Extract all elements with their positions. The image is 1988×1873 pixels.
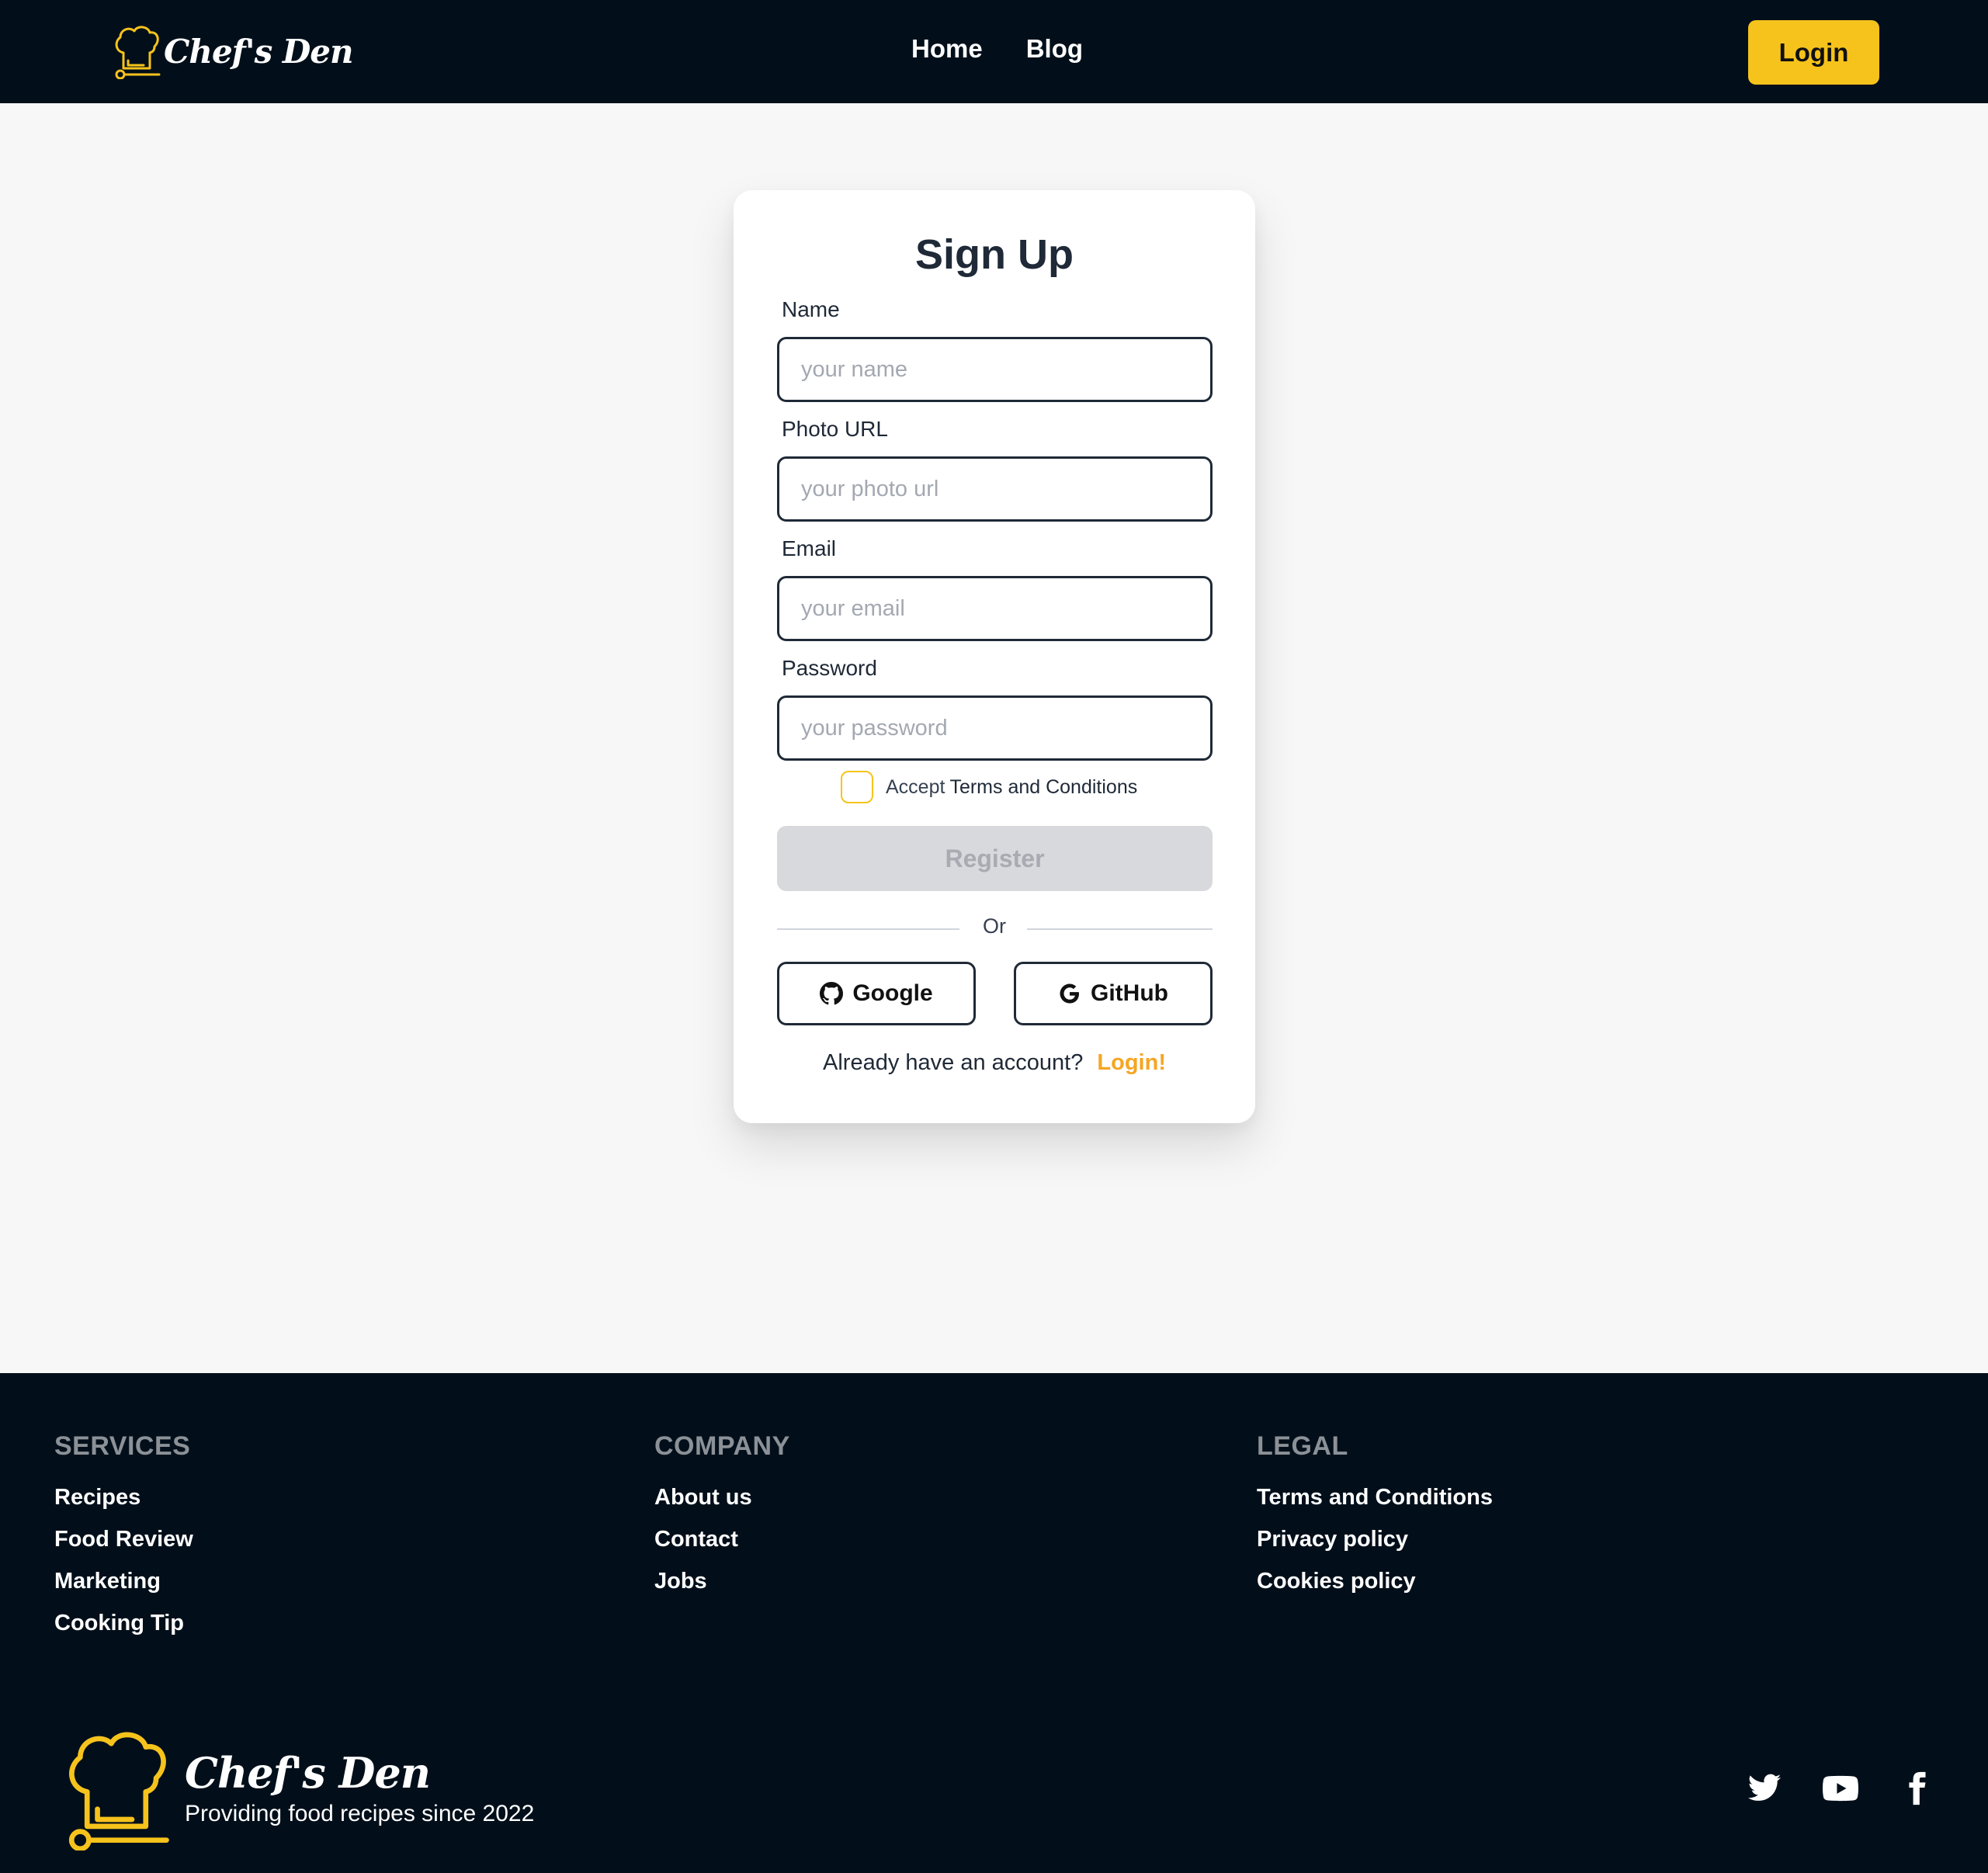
- google-button[interactable]: Google: [777, 962, 976, 1025]
- password-input[interactable]: [777, 695, 1213, 761]
- terms-prefix: Accept: [886, 775, 945, 798]
- terms-checkbox[interactable]: [841, 771, 873, 803]
- navbar: Chef's Den Home Blog Login: [0, 0, 1988, 103]
- divider-text: Or: [983, 914, 1006, 938]
- footer: SERVICES Recipes Food Review Marketing C…: [0, 1373, 1988, 1873]
- password-label: Password: [782, 656, 877, 680]
- divider-line-right: [1027, 928, 1213, 930]
- account-row: Already have an account? Login!: [734, 1050, 1255, 1076]
- nav-brand: Chef's Den: [164, 32, 354, 71]
- footer-heading-legal: LEGAL: [1257, 1431, 1348, 1461]
- footer-heading-company: COMPANY: [654, 1431, 790, 1461]
- footer-brand: Chef's Den Providing food recipes since …: [59, 1726, 534, 1850]
- terms-link[interactable]: Terms and Conditions: [949, 776, 1137, 799]
- register-button[interactable]: Register: [777, 826, 1213, 891]
- photo-url-input[interactable]: [777, 456, 1213, 522]
- footer-link-terms[interactable]: Terms and Conditions: [1257, 1485, 1493, 1511]
- footer-brand-name: Chef's Den: [185, 1748, 431, 1798]
- email-input[interactable]: [777, 576, 1213, 641]
- footer-link-marketing[interactable]: Marketing: [54, 1569, 193, 1594]
- footer-link-jobs[interactable]: Jobs: [654, 1569, 790, 1594]
- youtube-icon[interactable]: [1821, 1769, 1860, 1808]
- footer-col-company: COMPANY About us Contact Jobs: [654, 1431, 790, 1611]
- footer-tagline: Providing food recipes since 2022: [185, 1801, 535, 1826]
- facebook-icon[interactable]: [1897, 1769, 1936, 1808]
- github-icon: [820, 982, 844, 1005]
- terms-row: Accept Terms and Conditions: [841, 771, 1137, 803]
- email-label: Email: [782, 536, 837, 560]
- footer-link-about-us[interactable]: About us: [654, 1485, 790, 1511]
- chef-hat-icon: [115, 26, 161, 79]
- nav-logo[interactable]: Chef's Den: [113, 23, 354, 79]
- footer-col-services: SERVICES Recipes Food Review Marketing C…: [54, 1431, 193, 1653]
- chef-hat-icon: [68, 1732, 169, 1850]
- photo-url-label: Photo URL: [782, 417, 888, 441]
- login-link[interactable]: Login!: [1097, 1050, 1166, 1075]
- footer-link-food-review[interactable]: Food Review: [54, 1527, 193, 1552]
- footer-link-contact[interactable]: Contact: [654, 1527, 790, 1552]
- google-icon: [1060, 983, 1079, 1004]
- nav-login-button[interactable]: Login: [1748, 20, 1879, 85]
- footer-col-legal: LEGAL Terms and Conditions Privacy polic…: [1257, 1431, 1493, 1611]
- name-input[interactable]: [777, 337, 1213, 402]
- account-text: Already have an account?: [823, 1050, 1084, 1075]
- github-button[interactable]: GitHub: [1014, 962, 1213, 1025]
- google-button-label: Google: [852, 980, 933, 1006]
- social-icons: [1745, 1769, 1936, 1808]
- signup-card: Sign Up Name Photo URL Email Password Ac…: [734, 190, 1255, 1123]
- nav-link-home[interactable]: Home: [911, 34, 983, 64]
- footer-link-recipes[interactable]: Recipes: [54, 1485, 193, 1511]
- github-button-label: GitHub: [1091, 980, 1168, 1006]
- footer-link-cooking-tip[interactable]: Cooking Tip: [54, 1611, 193, 1636]
- footer-heading-services: SERVICES: [54, 1431, 191, 1461]
- footer-link-privacy[interactable]: Privacy policy: [1257, 1527, 1493, 1552]
- footer-link-cookies[interactable]: Cookies policy: [1257, 1569, 1493, 1594]
- name-label: Name: [782, 297, 840, 321]
- nav-link-blog[interactable]: Blog: [1026, 34, 1083, 64]
- nav-links: Home Blog: [911, 34, 1083, 64]
- signup-title: Sign Up: [915, 231, 1074, 278]
- twitter-icon[interactable]: [1745, 1769, 1784, 1808]
